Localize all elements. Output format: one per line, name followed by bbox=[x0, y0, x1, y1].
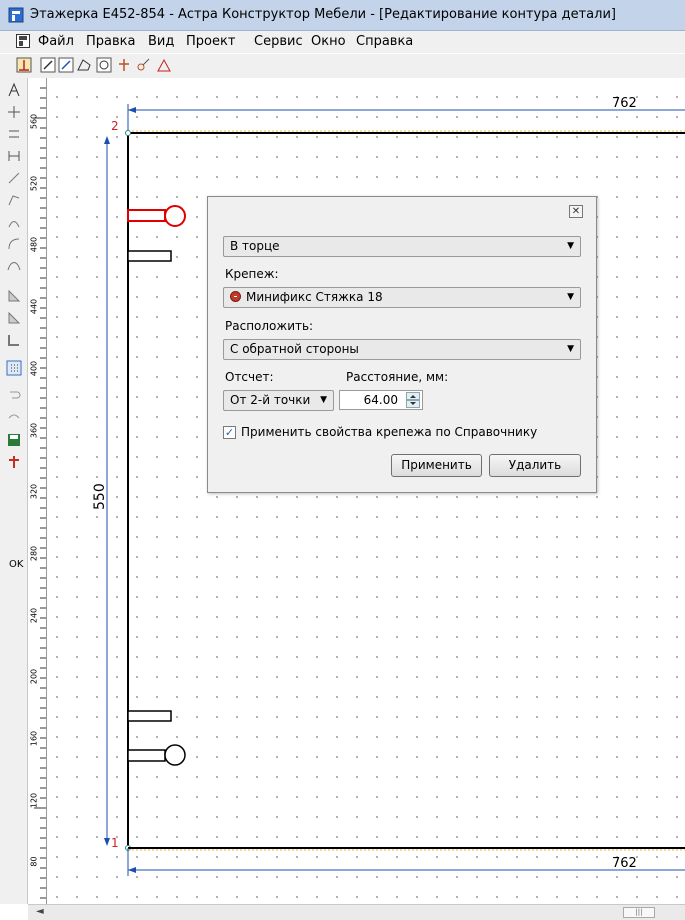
fastener-tool-icon[interactable] bbox=[6, 454, 22, 470]
dimension-label-bottom: 762 bbox=[612, 856, 637, 871]
scroll-left-icon[interactable]: ◄ bbox=[36, 906, 44, 917]
menu-file[interactable]: Файл bbox=[38, 34, 74, 49]
fastener-type-icon bbox=[230, 291, 241, 302]
apply-button[interactable]: Применить bbox=[391, 454, 482, 477]
menu-project[interactable]: Проект bbox=[186, 34, 235, 49]
chamfer-2-icon[interactable] bbox=[6, 310, 22, 326]
count-label: Отсчет: bbox=[225, 370, 274, 384]
point-label-2: 2 bbox=[111, 119, 119, 133]
menu-service[interactable]: Сервис bbox=[254, 34, 303, 49]
fastener-select-value: Минификс Стяжка 18 bbox=[246, 290, 383, 304]
ruler-label: 240 bbox=[29, 607, 39, 623]
menu-help[interactable]: Справка bbox=[356, 34, 413, 49]
menu-view[interactable]: Вид bbox=[148, 34, 174, 49]
dimension-arrow-vertical-bottom bbox=[104, 838, 110, 846]
circle-arc-icon[interactable] bbox=[96, 57, 112, 73]
chevron-down-icon: ▼ bbox=[567, 344, 574, 354]
chevron-down-icon: ▼ bbox=[567, 292, 574, 302]
ruler-label: 360 bbox=[29, 422, 39, 438]
place-label: Расположить: bbox=[225, 319, 314, 333]
measure-icon[interactable] bbox=[6, 148, 22, 164]
dimension-arrow-top bbox=[128, 107, 136, 113]
document-icon[interactable] bbox=[16, 34, 30, 48]
horizontal-scrollbar[interactable]: ◄ ||| bbox=[28, 904, 685, 920]
undo-icon[interactable] bbox=[6, 386, 22, 402]
triangle-icon[interactable] bbox=[156, 57, 172, 73]
fastener-label: Крепеж: bbox=[225, 267, 279, 281]
fastener-pin-top[interactable] bbox=[127, 250, 172, 262]
fastener-dialog: ✕ В торце ▼ Крепеж: Минификс Стяжка 18 ▼… bbox=[207, 196, 597, 493]
ruler-label: 320 bbox=[29, 484, 39, 500]
app-icon bbox=[8, 7, 24, 23]
count-select[interactable]: От 2-й точки ▼ bbox=[223, 390, 334, 411]
line-2-icon[interactable] bbox=[6, 192, 22, 208]
dimension-arrow-bottom bbox=[128, 867, 136, 873]
menu-bar: Файл Правка Вид Проект Сервис Окно Справ… bbox=[0, 31, 685, 53]
point-marker-2[interactable] bbox=[125, 130, 131, 136]
toolbar bbox=[0, 54, 685, 79]
scroll-thumb[interactable]: ||| bbox=[623, 907, 655, 918]
title-bar: Этажерка Е452-854 - Астра Конструктор Ме… bbox=[0, 0, 685, 31]
window-title: Этажерка Е452-854 - Астра Конструктор Ме… bbox=[30, 7, 616, 22]
ruler-label: 200 bbox=[29, 669, 39, 685]
close-icon[interactable]: ✕ bbox=[569, 205, 583, 218]
ruler-label: 400 bbox=[29, 360, 39, 376]
align-icon[interactable] bbox=[6, 126, 22, 142]
grid-icon[interactable] bbox=[6, 360, 22, 376]
chevron-down-icon: ▼ bbox=[567, 241, 574, 251]
chamfer-icon[interactable] bbox=[6, 288, 22, 304]
ruler-label: 520 bbox=[29, 175, 39, 191]
ruler-label: 80 bbox=[29, 856, 39, 867]
chevron-down-icon: ▼ bbox=[320, 395, 327, 405]
position-select[interactable]: В торце ▼ bbox=[223, 236, 581, 257]
menu-window[interactable]: Окно bbox=[311, 34, 346, 49]
distance-label: Расстояние, мм: bbox=[346, 370, 449, 384]
line-icon[interactable] bbox=[6, 170, 22, 186]
dimension-arrow-vertical-top bbox=[104, 136, 110, 144]
apply-props-label: Применить свойства крепежа по Справочник… bbox=[241, 425, 538, 439]
count-select-value: От 2-й точки bbox=[230, 393, 311, 407]
corner-icon[interactable] bbox=[6, 332, 22, 348]
save-icon[interactable] bbox=[6, 432, 22, 448]
fastener-icon[interactable] bbox=[116, 57, 132, 73]
dimension-label-top: 762 bbox=[612, 96, 637, 111]
position-select-value: В торце bbox=[230, 239, 280, 253]
contour-tool-icon[interactable] bbox=[16, 57, 32, 73]
edit-line-icon[interactable] bbox=[40, 57, 56, 73]
redo-icon[interactable] bbox=[6, 408, 22, 424]
edit-line-2-icon[interactable] bbox=[58, 57, 74, 73]
distance-input[interactable]: 64.00 bbox=[339, 390, 423, 410]
ruler-label: 280 bbox=[29, 545, 39, 562]
apply-props-checkbox[interactable]: ✓ bbox=[223, 426, 236, 439]
arc-2-icon[interactable] bbox=[6, 236, 22, 252]
fastener-bottom[interactable] bbox=[127, 744, 186, 766]
point-label-1: 1 bbox=[111, 836, 119, 850]
fastener-select[interactable]: Минификс Стяжка 18 ▼ bbox=[223, 287, 581, 308]
ruler-label: 120 bbox=[29, 792, 39, 808]
distance-value: 64.00 bbox=[363, 393, 398, 407]
curve-icon[interactable] bbox=[6, 258, 22, 274]
polygon-icon[interactable] bbox=[76, 57, 92, 73]
add-point-icon[interactable] bbox=[6, 104, 22, 120]
ruler-label: 440 bbox=[29, 298, 39, 315]
vertical-ruler: 560 520 480 440 400 360 320 280 240 200 160 120 80 bbox=[28, 78, 47, 904]
spinner-icon[interactable] bbox=[406, 392, 420, 408]
place-select[interactable]: С обратной стороны ▼ bbox=[223, 339, 581, 360]
left-tool-palette: OK bbox=[0, 78, 28, 904]
ruler-label: 560 bbox=[29, 113, 39, 130]
dimension-label-vertical: 550 bbox=[92, 483, 108, 510]
pointer-icon[interactable] bbox=[6, 82, 22, 98]
arc-icon[interactable] bbox=[6, 214, 22, 230]
fastener-pin-bottom[interactable] bbox=[127, 710, 172, 722]
delete-button[interactable]: Удалить bbox=[489, 454, 581, 477]
ok-button[interactable]: OK bbox=[9, 559, 23, 570]
ruler-label: 480 bbox=[29, 237, 39, 253]
fastener-selected[interactable] bbox=[127, 205, 186, 227]
ruler-label: 160 bbox=[29, 730, 39, 747]
place-select-value: С обратной стороны bbox=[230, 342, 359, 356]
menu-edit[interactable]: Правка bbox=[86, 34, 135, 49]
drill-icon[interactable] bbox=[135, 57, 151, 73]
